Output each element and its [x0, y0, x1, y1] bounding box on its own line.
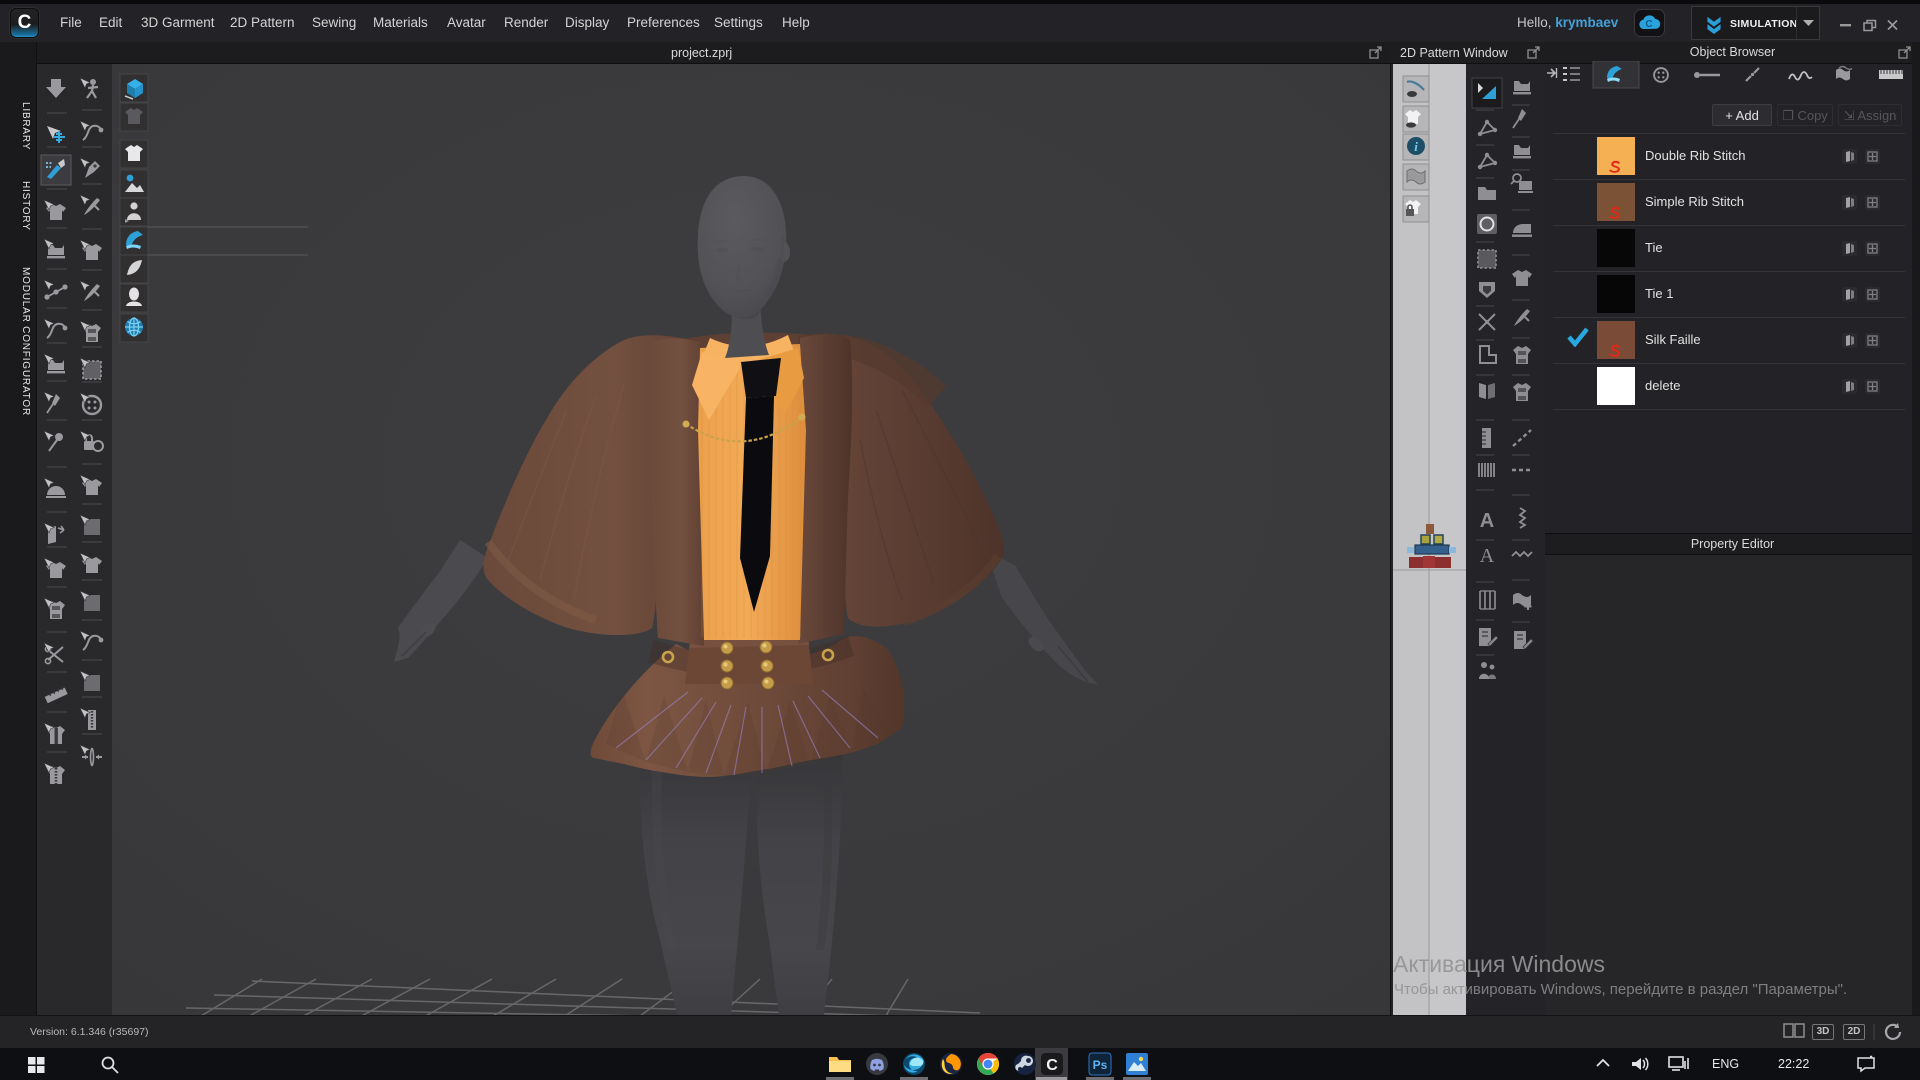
svg-text:A: A — [1480, 545, 1495, 567]
svg-text:i: i — [1414, 139, 1418, 154]
svg-text:A: A — [1480, 510, 1494, 532]
svg-text:C: C — [1645, 19, 1652, 30]
svg-text:Ps: Ps — [1093, 1058, 1108, 1072]
svg-text:C: C — [1046, 1057, 1058, 1074]
